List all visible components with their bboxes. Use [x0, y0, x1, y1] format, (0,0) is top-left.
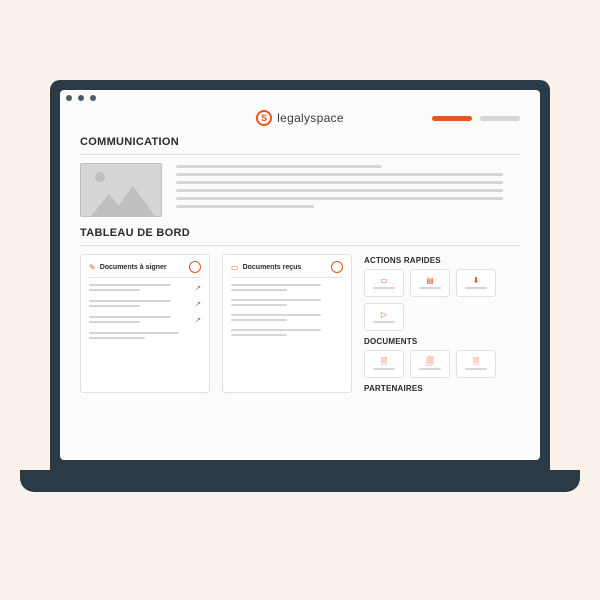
- refresh-icon[interactable]: [189, 261, 201, 273]
- list-item[interactable]: ↗: [89, 300, 201, 308]
- list-item[interactable]: [231, 314, 343, 321]
- window-dot[interactable]: [90, 95, 96, 101]
- window-dot[interactable]: [78, 95, 84, 101]
- window-controls: [60, 90, 540, 106]
- nav-item-active[interactable]: [432, 116, 472, 121]
- list-item[interactable]: ↗: [89, 316, 201, 324]
- nav-item[interactable]: [480, 116, 520, 121]
- list-item[interactable]: [231, 329, 343, 336]
- widget-title-documents: DOCUMENTS: [364, 337, 520, 346]
- dashboard-row: ✎ Documents à signer ↗ ↗ ↗: [80, 254, 520, 393]
- logo-icon: S: [256, 110, 272, 126]
- card-documents-to-sign[interactable]: ✎ Documents à signer ↗ ↗ ↗: [80, 254, 210, 393]
- divider: [80, 245, 520, 246]
- communication-text: [176, 163, 520, 217]
- action-icon: ▷: [381, 311, 387, 319]
- screen: S legalyspace COMMUNICATION: [60, 90, 540, 460]
- sidebar-widgets: ACTIONS RAPIDES ▭ ▤ ⬇ ▷ DOCUMENTS 🗎 🗐 🗎 …: [364, 254, 520, 393]
- action-icon: ▭: [380, 277, 388, 285]
- divider: [80, 154, 520, 155]
- list-item[interactable]: [231, 299, 343, 306]
- document-icon: 🗎: [381, 358, 387, 366]
- quick-action-tile[interactable]: ⬇: [456, 269, 496, 297]
- main-content: COMMUNICATION TABLEAU DE BORD: [60, 132, 540, 460]
- window-dot[interactable]: [66, 95, 72, 101]
- section-title-dashboard: TABLEAU DE BORD: [80, 227, 520, 239]
- app-header: S legalyspace: [60, 106, 540, 132]
- logo-text: legalyspace: [277, 111, 344, 125]
- document-tile[interactable]: 🗐: [410, 350, 450, 378]
- section-title-communication: COMMUNICATION: [80, 136, 520, 148]
- widget-title-partners: PARTENAIRES: [364, 384, 520, 393]
- document-tile[interactable]: 🗎: [364, 350, 404, 378]
- open-icon[interactable]: ↗: [195, 284, 201, 292]
- open-icon[interactable]: ↗: [195, 316, 201, 324]
- inbox-icon: ▭: [231, 263, 239, 272]
- open-icon[interactable]: ↗: [195, 300, 201, 308]
- document-sign-icon: ✎: [89, 263, 96, 272]
- communication-block: [80, 163, 520, 217]
- list-item[interactable]: [89, 332, 201, 339]
- widget-title-quick-actions: ACTIONS RAPIDES: [364, 256, 520, 265]
- list-item[interactable]: ↗: [89, 284, 201, 292]
- image-placeholder-icon: [80, 163, 162, 217]
- quick-action-tile[interactable]: ▭: [364, 269, 404, 297]
- quick-action-tile[interactable]: ▷: [364, 303, 404, 331]
- logo[interactable]: S legalyspace: [256, 110, 344, 126]
- action-icon: ⬇: [473, 277, 480, 285]
- laptop-frame: S legalyspace COMMUNICATION: [50, 80, 550, 470]
- list-item[interactable]: [231, 284, 343, 291]
- card-title: Documents à signer: [100, 264, 185, 271]
- quick-action-tile[interactable]: ▤: [410, 269, 450, 297]
- action-icon: ▤: [426, 277, 434, 285]
- laptop-base: [20, 470, 580, 492]
- header-nav: [432, 116, 520, 121]
- refresh-icon[interactable]: [331, 261, 343, 273]
- document-icon: 🗎: [473, 358, 479, 366]
- card-title: Documents reçus: [243, 264, 327, 271]
- document-icon: 🗐: [426, 358, 434, 366]
- card-documents-received[interactable]: ▭ Documents reçus: [222, 254, 352, 393]
- document-tile[interactable]: 🗎: [456, 350, 496, 378]
